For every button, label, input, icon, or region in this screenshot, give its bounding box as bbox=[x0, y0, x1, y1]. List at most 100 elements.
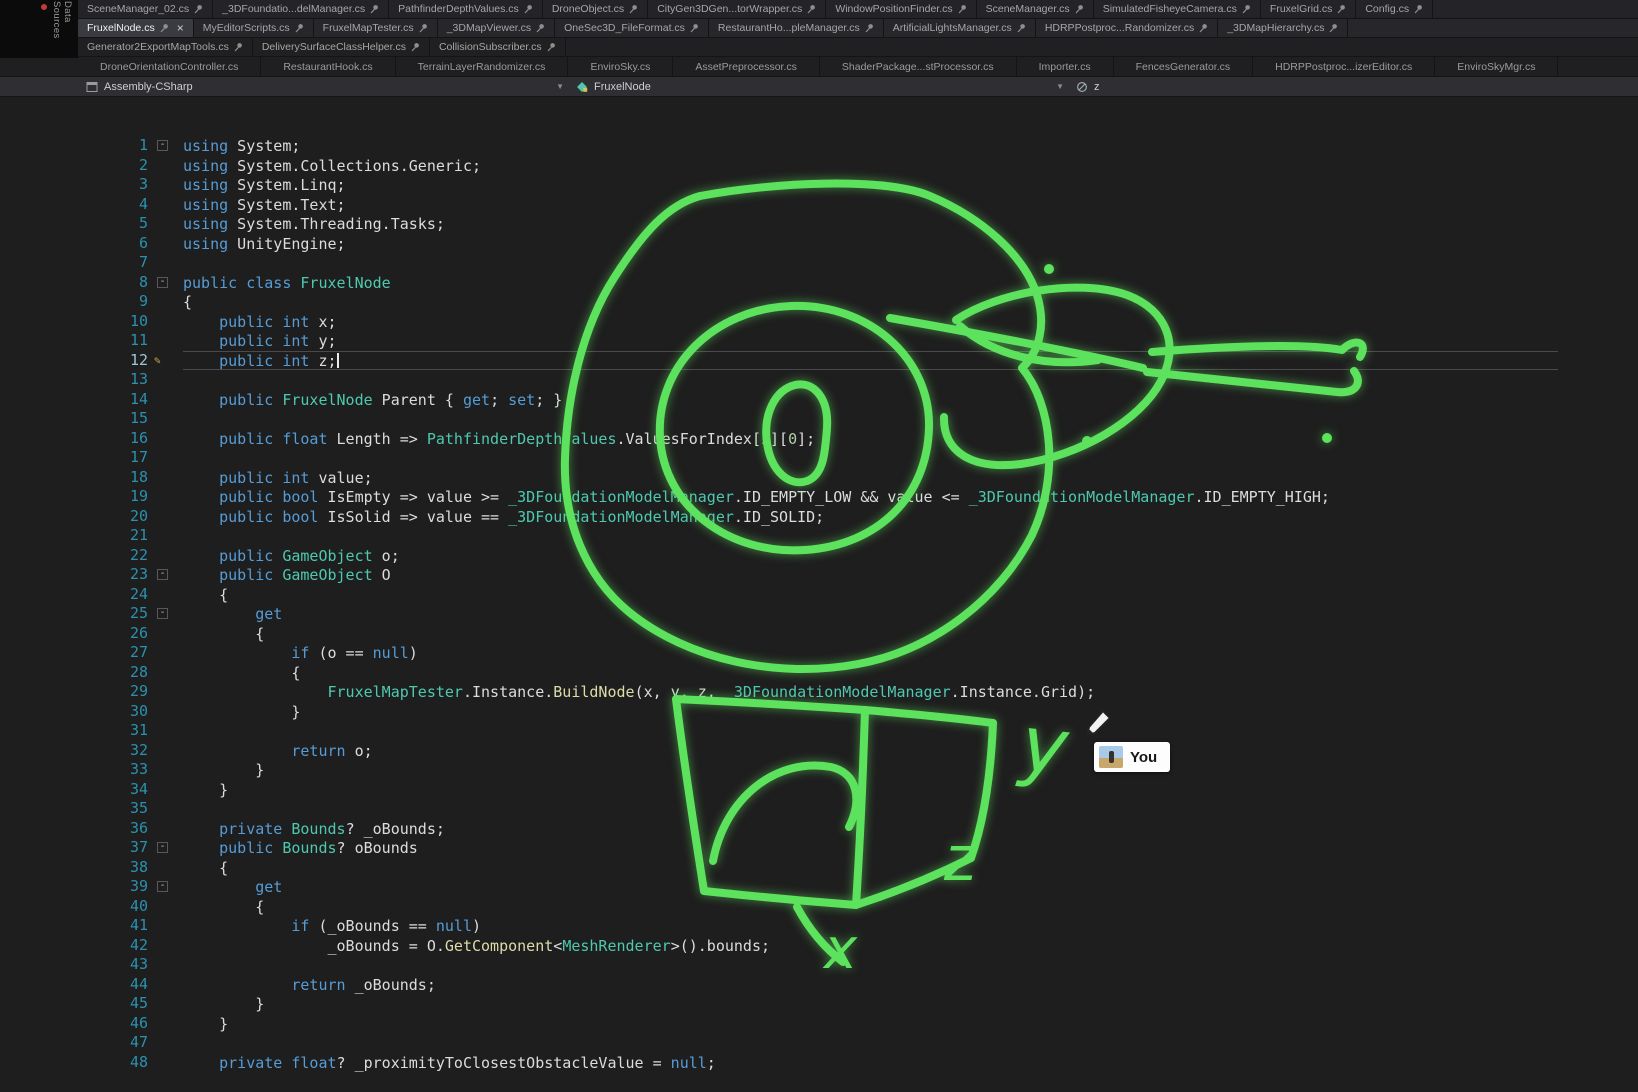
tab-CityGen3DGen...torWrapper.cs[interactable]: CityGen3DGen...torWrapper.cs bbox=[648, 0, 826, 18]
gutter bbox=[148, 390, 183, 410]
tab-EnviroSky.cs[interactable]: EnviroSky.cs bbox=[568, 57, 673, 76]
gutter bbox=[148, 819, 183, 839]
tab-label: Config.cs bbox=[1365, 3, 1409, 15]
tab-CollisionSubscriber.cs[interactable]: CollisionSubscriber.cs bbox=[430, 38, 566, 56]
tab-DeliverySurfaceClassHelper.cs[interactable]: DeliverySurfaceClassHelper.cs bbox=[253, 38, 430, 56]
data-sources-tab[interactable]: Data Sources bbox=[51, 1, 73, 58]
tab-SceneManager.cs[interactable]: SceneManager.cs bbox=[977, 0, 1094, 18]
code-text: using System.Text; bbox=[183, 195, 1558, 215]
code-text: using System.Threading.Tasks; bbox=[183, 214, 1558, 234]
tab-RestaurantHo...pleManager.cs[interactable]: RestaurantHo...pleManager.cs bbox=[709, 19, 884, 37]
pin-icon bbox=[370, 4, 379, 14]
tab-SimulatedFisheyeCamera.cs[interactable]: SimulatedFisheyeCamera.cs bbox=[1094, 0, 1261, 18]
fold-collapse-icon[interactable]: - bbox=[157, 881, 168, 892]
tab-FencesGenerator.cs[interactable]: FencesGenerator.cs bbox=[1114, 57, 1254, 76]
gutter bbox=[148, 253, 183, 273]
type-dropdown[interactable]: FruxelNode ▼ bbox=[570, 77, 1070, 96]
pin-icon bbox=[194, 4, 203, 14]
line-number: 6 bbox=[0, 234, 148, 254]
tab-EnviroSkyMgr.cs[interactable]: EnviroSkyMgr.cs bbox=[1435, 57, 1558, 76]
code-editor[interactable]: 1-using System;2using System.Collections… bbox=[0, 97, 1638, 1073]
tab-DroneObject.cs[interactable]: DroneObject.cs bbox=[543, 0, 648, 18]
gutter bbox=[148, 643, 183, 663]
code-text: public GameObject O bbox=[183, 565, 1558, 585]
tab-AssetPreprocessor.cs[interactable]: AssetPreprocessor.cs bbox=[673, 57, 820, 76]
tab-_3DMapViewer.cs[interactable]: _3DMapViewer.cs bbox=[438, 19, 555, 37]
tab-DroneOrientationController.cs[interactable]: DroneOrientationController.cs bbox=[78, 57, 261, 76]
fold-collapse-icon[interactable]: - bbox=[157, 140, 168, 151]
left-rail: Data Sources bbox=[0, 0, 78, 58]
fold-collapse-icon[interactable]: - bbox=[157, 277, 168, 288]
code-text: get bbox=[183, 877, 1558, 897]
fold-collapse-icon[interactable]: - bbox=[157, 569, 168, 580]
gutter: - bbox=[148, 838, 183, 858]
gutter: - bbox=[148, 604, 183, 624]
code-line: 7 bbox=[0, 253, 1638, 273]
code-line: 31 bbox=[0, 721, 1638, 741]
tab-WindowPositionFinder.cs[interactable]: WindowPositionFinder.cs bbox=[826, 0, 976, 18]
tab-strip-area: SceneManager_02.cs_3DFoundatio...delMana… bbox=[0, 0, 1638, 77]
tab-HDRPPostproc...izerEditor.cs[interactable]: HDRPPostproc...izerEditor.cs bbox=[1253, 57, 1435, 76]
tab-HDRPPostproc...Randomizer.cs[interactable]: HDRPPostproc...Randomizer.cs bbox=[1036, 19, 1218, 37]
edited-line-pencil-icon: ✎ bbox=[154, 355, 161, 366]
tab-MyEditorScripts.cs[interactable]: MyEditorScripts.cs bbox=[194, 19, 314, 37]
gutter bbox=[148, 526, 183, 546]
tab-FruxelGrid.cs[interactable]: FruxelGrid.cs bbox=[1261, 0, 1356, 18]
tab-_3DFoundatio...delManager.cs[interactable]: _3DFoundatio...delManager.cs bbox=[213, 0, 389, 18]
tab-_3DMapHierarchy.cs[interactable]: _3DMapHierarchy.cs bbox=[1218, 19, 1348, 37]
close-icon[interactable]: × bbox=[177, 22, 184, 34]
code-text: } bbox=[183, 780, 1558, 800]
gutter bbox=[148, 156, 183, 176]
code-text: } bbox=[183, 760, 1558, 780]
gutter bbox=[148, 975, 183, 995]
tab-label: ShaderPackage...stProcessor.cs bbox=[842, 61, 994, 73]
line-number: 25 bbox=[0, 604, 148, 624]
tab-label: HDRPPostproc...Randomizer.cs bbox=[1045, 22, 1194, 34]
code-line: 41 if (_oBounds == null) bbox=[0, 916, 1638, 936]
code-line: 2using System.Collections.Generic; bbox=[0, 156, 1638, 176]
line-number: 24 bbox=[0, 585, 148, 605]
recording-dot bbox=[41, 4, 47, 10]
gutter bbox=[148, 799, 183, 819]
tab-TerrainLayerRandomizer.cs[interactable]: TerrainLayerRandomizer.cs bbox=[396, 57, 569, 76]
gutter bbox=[148, 507, 183, 527]
line-number: 20 bbox=[0, 507, 148, 527]
pin-icon bbox=[234, 42, 243, 52]
tab-label: EnviroSky.cs bbox=[590, 61, 650, 73]
tab-OneSec3D_FileFormat.cs[interactable]: OneSec3D_FileFormat.cs bbox=[555, 19, 709, 37]
tab-Generator2ExportMapTools.cs[interactable]: Generator2ExportMapTools.cs bbox=[78, 38, 253, 56]
code-line: 3using System.Linq; bbox=[0, 175, 1638, 195]
code-line: 18 public int value; bbox=[0, 468, 1638, 488]
line-number: 12 bbox=[0, 351, 148, 371]
tab-Importer.cs[interactable]: Importer.cs bbox=[1017, 57, 1114, 76]
code-text: { bbox=[183, 292, 1558, 312]
line-number: 45 bbox=[0, 994, 148, 1014]
member-dropdown[interactable]: z bbox=[1070, 77, 1638, 96]
line-number: 34 bbox=[0, 780, 148, 800]
code-text: _oBounds = O.GetComponent<MeshRenderer>(… bbox=[183, 936, 1558, 956]
line-number: 5 bbox=[0, 214, 148, 234]
pin-icon bbox=[295, 23, 304, 33]
member-icon bbox=[1076, 81, 1088, 93]
tab-ArtificialLightsManager.cs[interactable]: ArtificialLightsManager.cs bbox=[884, 19, 1036, 37]
project-dropdown[interactable]: Assembly-CSharp ▼ bbox=[80, 77, 570, 96]
code-line: 47 bbox=[0, 1033, 1638, 1053]
code-line: 15 bbox=[0, 409, 1638, 429]
fold-collapse-icon[interactable]: - bbox=[157, 608, 168, 619]
code-text: public int value; bbox=[183, 468, 1558, 488]
code-line: 29 FruxelMapTester.Instance.BuildNode(x,… bbox=[0, 682, 1638, 702]
tab-RestaurantHook.cs[interactable]: RestaurantHook.cs bbox=[261, 57, 395, 76]
code-line: 23- public GameObject O bbox=[0, 565, 1638, 585]
tab-row-3: Generator2ExportMapTools.cs DeliverySurfa… bbox=[0, 38, 1638, 57]
tab-ShaderPackage...stProcessor.cs[interactable]: ShaderPackage...stProcessor.cs bbox=[820, 57, 1017, 76]
avatar bbox=[1099, 746, 1123, 768]
tab-SceneManager_02.cs[interactable]: SceneManager_02.cs bbox=[78, 0, 213, 18]
fold-collapse-icon[interactable]: - bbox=[157, 842, 168, 853]
tab-label: Generator2ExportMapTools.cs bbox=[87, 41, 229, 53]
tab-PathfinderDepthValues.cs[interactable]: PathfinderDepthValues.cs bbox=[389, 0, 543, 18]
presenter-name-tag: You bbox=[1094, 742, 1170, 772]
tab-FruxelNode.cs[interactable]: FruxelNode.cs× bbox=[78, 19, 194, 37]
pin-icon bbox=[958, 4, 967, 14]
tab-Config.cs[interactable]: Config.cs bbox=[1356, 0, 1433, 18]
tab-FruxelMapTester.cs[interactable]: FruxelMapTester.cs bbox=[314, 19, 438, 37]
